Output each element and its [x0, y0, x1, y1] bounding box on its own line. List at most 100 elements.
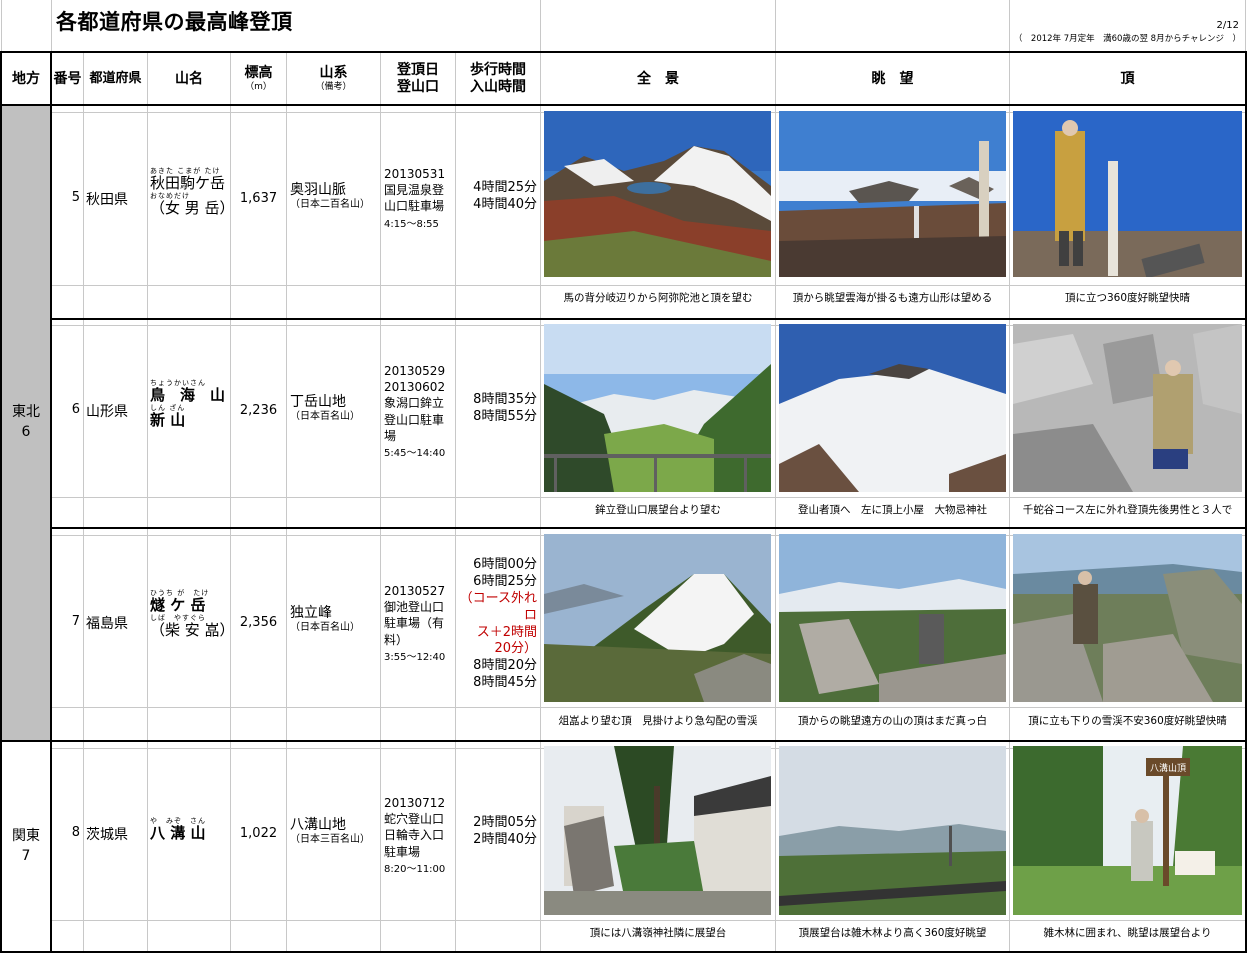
total-time: 8時間20分 — [473, 658, 537, 674]
climb-times: 4:15〜8:55 — [384, 218, 439, 230]
header-prefecture: 都道府県 — [89, 71, 142, 87]
header-photo-full: 全 景 — [637, 70, 679, 87]
header-altitude-unit: （m） — [245, 82, 272, 92]
header-range: 山系 （備考） — [287, 54, 380, 104]
photo-view-chokai — [779, 324, 1006, 492]
row-number: 7 — [71, 614, 80, 629]
row-range: 八溝山地 （日本三百名山） — [290, 817, 370, 846]
row-climb: 20130527 御池登山口駐車場（有料） 3:55〜12:40 — [384, 583, 454, 664]
view-image — [779, 111, 1006, 277]
mountain-name-2: （柴 安 嵓） — [150, 621, 235, 640]
header-climb-date: 登頂日 — [397, 62, 439, 79]
row-climb: 20130529 20130602 象潟口鉾立登山口駐車場 5:45〜14:40 — [384, 363, 454, 460]
climb-date: 20130712 — [384, 796, 446, 810]
walk-time: 8時間35分 — [473, 392, 537, 407]
climb-trailhead: 象潟口鉾立登山口駐車場 — [384, 396, 445, 443]
landscape-image — [544, 534, 771, 702]
page-number: 2/12 — [1216, 20, 1239, 31]
photo-full-yamizo — [544, 746, 771, 915]
row-prefecture: 茨城県 — [86, 827, 128, 843]
header-climb: 登頂日 登山口 — [381, 54, 455, 104]
row-walk: 6時間00分 6時間25分 （コース外れロ ス＋2時間 20分） 8時間20分 … — [456, 557, 537, 692]
header-total-time: 入山時間 — [470, 79, 526, 95]
walk-note-2: ス＋2時間 — [476, 624, 537, 640]
region-tohoku: 東北 6 — [2, 106, 50, 740]
row-range: 奥羽山脈 （日本二百名山） — [290, 182, 370, 211]
caption-full: 馬の背分岐辺りから阿弥陀池と頂を望む — [563, 292, 753, 304]
climb-trailhead: 御池登山口駐車場（有料） — [384, 600, 445, 647]
row-walk: 8時間35分 8時間55分 — [456, 392, 537, 426]
header-range-sub: （備考） — [315, 82, 352, 92]
photo-full-hiuchi — [544, 534, 771, 702]
view-image — [779, 534, 1006, 702]
range-name: 八溝山地 — [290, 817, 346, 833]
row-walk: 2時間05分 2時間40分 — [456, 815, 537, 849]
caption-full: 俎嵓より望む頂 見掛けより急勾配の雪渓 — [558, 715, 758, 727]
total-time-2: 8時間45分 — [473, 675, 537, 691]
walk-time: 2時間05分 — [473, 815, 537, 830]
page-title: 各都道府県の最高峰登頂 — [56, 10, 293, 34]
total-time: 2時間40分 — [473, 831, 537, 847]
climb-date: 20130531 — [384, 167, 446, 181]
range-name: 奥羽山脈 — [290, 182, 346, 198]
climb-times: 8:20〜11:00 — [384, 863, 446, 875]
caption-full: 鉾立登山口展望台より望む — [595, 504, 721, 516]
row-walk: 4時間25分 4時間40分 — [456, 180, 537, 214]
header-mountain: 山名 — [175, 70, 203, 87]
photo-summit-chokai — [1013, 324, 1242, 492]
header-walk-time: 歩行時間 — [470, 62, 526, 79]
range-note: （日本百名山） — [290, 410, 360, 422]
row-altitude: 1,637 — [239, 191, 278, 206]
summit-sign-text: 八溝山頂 — [1150, 762, 1186, 774]
row-range: 丁岳山地 （日本百名山） — [290, 394, 360, 423]
climb-times: 3:55〜12:40 — [384, 651, 446, 663]
landscape-image — [544, 746, 771, 915]
region-count: 7 — [21, 847, 31, 864]
row-altitude: 2,356 — [239, 615, 278, 630]
summit-image — [1013, 534, 1242, 702]
climb-date-2: 20130602 — [384, 380, 446, 395]
header-altitude-label: 標高 — [244, 65, 273, 82]
climb-times: 5:45〜14:40 — [384, 447, 446, 459]
caption-view: 頂展望台は雑木林より高く360度好眺望 — [798, 927, 987, 939]
row-altitude: 2,236 — [239, 403, 278, 418]
region-kanto: 関東 7 — [2, 742, 50, 951]
photo-view-akita — [779, 111, 1006, 277]
caption-summit: 雑木林に囲まれ、眺望は展望台より — [1043, 927, 1212, 939]
summit-image: 八溝山頂 — [1013, 746, 1242, 915]
photo-summit-yamizo: 八溝山頂 — [1013, 746, 1242, 915]
walk-note-3: 20分） — [494, 641, 537, 657]
climb-date: 20130529 — [384, 364, 446, 378]
header-time: 歩行時間 入山時間 — [456, 54, 540, 104]
view-image — [779, 324, 1006, 492]
row-number: 8 — [71, 825, 80, 840]
landscape-image — [544, 324, 771, 492]
header-photo-summit: 頂 — [1120, 70, 1135, 87]
row-climb: 20130531 国見温泉登山口駐車場 4:15〜8:55 — [384, 166, 454, 231]
row-number: 5 — [71, 190, 80, 205]
caption-view: 登山者頂へ 左に頂上小屋 大物忌神社 — [798, 504, 987, 516]
climb-trailhead: 蛇穴登山口日輪寺入口駐車場 — [384, 812, 445, 859]
range-note: （日本百名山） — [290, 621, 360, 633]
row-prefecture: 秋田県 — [86, 192, 128, 208]
row-climb: 20130712 蛇穴登山口日輪寺入口駐車場 8:20〜11:00 — [384, 795, 454, 876]
mountain-name: 燧 ケ 岳 — [150, 595, 206, 614]
caption-summit: 頂に立つ360度好眺望快晴 — [1064, 292, 1191, 304]
climb-trailhead: 国見温泉登山口駐車場 — [384, 183, 445, 214]
caption-view: 頂からの眺望遠方の山の頂はまだ真っ白 — [798, 715, 987, 727]
mountain-name: 秋田駒ケ岳 — [150, 173, 226, 192]
climb-date: 20130527 — [384, 584, 446, 598]
region-name: 東北 — [12, 404, 40, 421]
walk-time-alt: 6時間25分 — [473, 573, 537, 589]
walk-time: 4時間25分 — [473, 180, 537, 195]
mountain-name: 八 溝 山 — [150, 823, 206, 842]
summit-image — [1013, 324, 1242, 492]
mountain-name-2: （女 男 岳） — [150, 199, 235, 218]
row-range: 独立峰 （日本百名山） — [290, 605, 360, 634]
range-note: （日本二百名山） — [290, 198, 370, 210]
range-name: 独立峰 — [290, 605, 332, 621]
mountain-name: 鳥 海 山 — [150, 385, 226, 404]
landscape-image — [544, 111, 771, 277]
header-altitude: 標高 （m） — [231, 54, 286, 104]
caption-view: 頂から眺望雲海が掛るも遠方山形は望める — [792, 292, 993, 304]
